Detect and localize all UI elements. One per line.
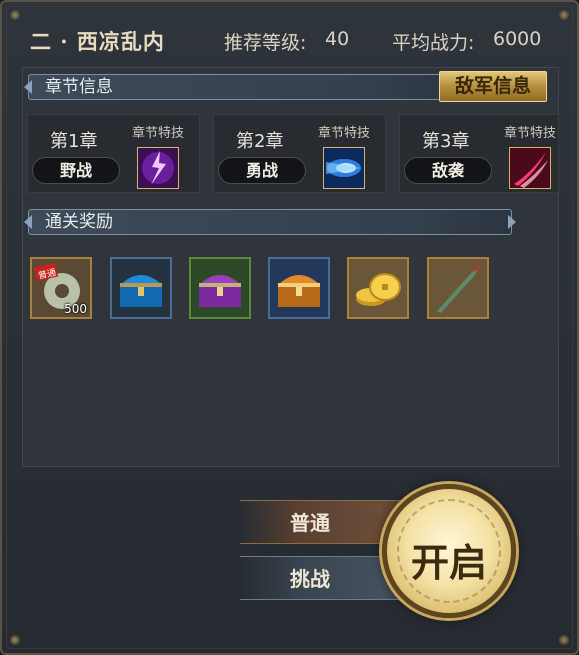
chapter-info-header: 章节信息 xyxy=(28,74,458,100)
enemy-info-button[interactable]: 敌军信息 xyxy=(439,71,547,102)
average-power-value: 6000 xyxy=(493,28,542,50)
clear-rewards-header: 通关奖励 xyxy=(28,209,512,235)
start-button[interactable]: 开启 xyxy=(382,484,516,618)
chapter-card-1[interactable]: 第1章 章节特技 野战 xyxy=(27,114,200,193)
corner-ornament xyxy=(10,10,20,20)
gold-coins-icon xyxy=(349,259,407,317)
orange-chest-icon xyxy=(270,259,328,317)
red-slash-icon[interactable] xyxy=(509,147,551,189)
battle-type-badge: 敌袭 xyxy=(404,157,492,184)
reward-slot[interactable]: 普通 500 xyxy=(30,257,92,319)
blue-energy-icon[interactable] xyxy=(323,147,365,189)
chapter-title: 第1章 xyxy=(50,131,98,152)
battle-type-badge: 野战 xyxy=(32,157,120,184)
reward-slot[interactable] xyxy=(189,257,251,319)
green-blade-icon xyxy=(429,259,487,317)
recommended-level-value: 40 xyxy=(325,28,350,50)
reward-slot[interactable] xyxy=(347,257,409,319)
reward-quantity: 500 xyxy=(64,302,87,316)
corner-ornament xyxy=(559,10,569,20)
reward-slot[interactable] xyxy=(427,257,489,319)
chapter-skill-label: 章节特技 xyxy=(318,126,371,141)
chapter-title: 第3章 xyxy=(422,131,470,152)
chapter-skill-label: 章节特技 xyxy=(504,126,557,141)
average-power-label: 平均战力: xyxy=(392,32,475,54)
chapter-card-3[interactable]: 第3章 章节特技 敌袭 xyxy=(399,114,559,193)
reward-slot[interactable] xyxy=(268,257,330,319)
purple-chest-icon xyxy=(191,259,249,317)
blue-chest-icon xyxy=(112,259,170,317)
purple-lightning-icon[interactable] xyxy=(137,147,179,189)
chapter-skill-label: 章节特技 xyxy=(132,126,185,141)
reward-slot[interactable] xyxy=(110,257,172,319)
corner-ornament xyxy=(559,635,569,645)
start-button-label: 开启 xyxy=(410,540,487,585)
stage-title: 二 · 西凉乱内 xyxy=(30,29,165,54)
chapter-title: 第2章 xyxy=(236,131,284,152)
recommended-level-label: 推荐等级: xyxy=(224,32,307,54)
corner-ornament xyxy=(10,635,20,645)
chapter-card-2[interactable]: 第2章 章节特技 勇战 xyxy=(213,114,386,193)
battle-type-badge: 勇战 xyxy=(218,157,306,184)
